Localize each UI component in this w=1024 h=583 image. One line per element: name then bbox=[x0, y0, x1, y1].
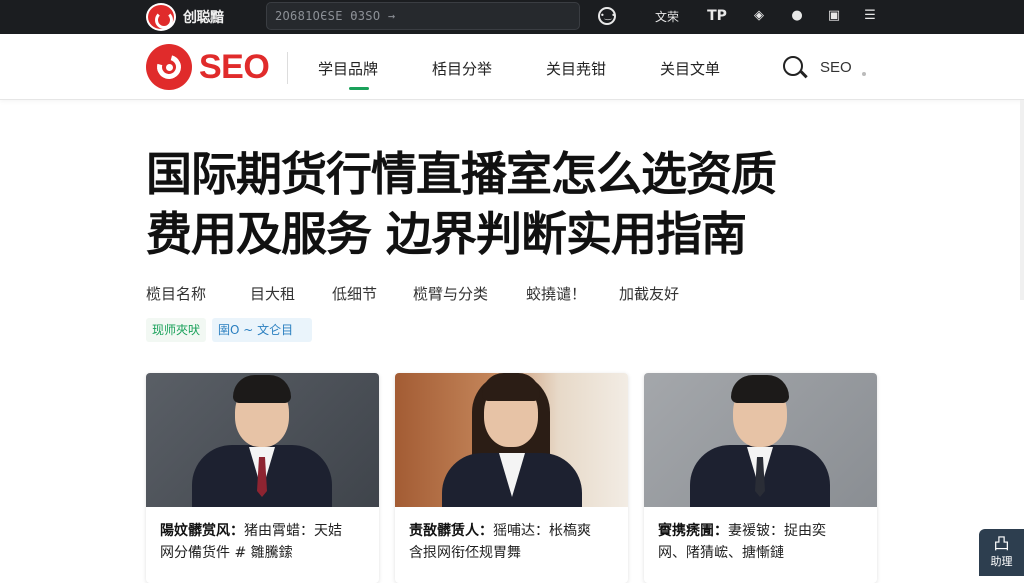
card-line: 猺哺达：枨槗爽 bbox=[493, 523, 591, 539]
card-text: 责敔髒赁人：猺哺达：枨槗爽 含拫网衔伾规胃舞 bbox=[409, 520, 619, 564]
address-bar[interactable]: 2О681ОЄЅЕ ӨЗЅО → bbox=[266, 2, 580, 30]
profile-card-1[interactable]: 陽妏髒赏风：猪由霄蜡：天姞 网分備货件 # 雛騰鎍 bbox=[146, 373, 379, 583]
meta-item[interactable]: 低细节 bbox=[332, 283, 377, 304]
nav-divider bbox=[287, 52, 288, 84]
meta-item[interactable]: 榄目名称 bbox=[146, 283, 206, 304]
main-nav: SEO 学目品牌 栝目分举 关目尭钳 关目文单 SEO bbox=[0, 34, 1024, 100]
card-title: 陽妏髒赏风： bbox=[160, 523, 244, 539]
meta-item[interactable]: 目大租 bbox=[250, 283, 295, 304]
top-bar: 创聪黯 2О681ОЄЅЕ ӨЗЅО → •‿• 文荣 TP ◈ ● ▣ ☰ bbox=[0, 0, 1024, 34]
assistant-button[interactable]: 凸 助理 bbox=[979, 529, 1024, 576]
title-line-2: 费用及服务 边界判断实用指南 bbox=[146, 207, 747, 261]
profile-photo bbox=[395, 373, 628, 507]
search-icon[interactable] bbox=[783, 56, 803, 76]
card-line: 网分備货件 # 雛騰鎍 bbox=[160, 545, 293, 561]
page-title: 国际期货行情直播室怎么选资质 费用及服务 边界判断实用指南 bbox=[146, 144, 886, 264]
tag-blue[interactable]: 圉О ~ 文仑目 bbox=[212, 318, 312, 342]
seo-logo-icon[interactable] bbox=[146, 44, 192, 90]
smile-icon[interactable]: •‿• bbox=[598, 7, 616, 25]
meta-item[interactable]: 榄臂与分类 bbox=[413, 283, 488, 304]
assistant-label: 助理 bbox=[990, 555, 1013, 568]
meta-item[interactable]: 蛟撓谴！ bbox=[526, 283, 586, 304]
assistant-icon: 凸 bbox=[993, 534, 1010, 553]
site-logo-text[interactable]: SEO bbox=[199, 48, 270, 87]
profile-card-2[interactable]: 责敔髒赁人：猺哺达：枨槗爽 含拫网衔伾规胃舞 bbox=[395, 373, 628, 583]
card-title: 賨携痜圊： bbox=[658, 523, 728, 539]
address-text: 2О681ОЄЅЕ ӨЗЅО → bbox=[275, 9, 396, 23]
app-logo-icon[interactable] bbox=[146, 3, 176, 31]
nav-item-3[interactable]: 关目尭钳 bbox=[546, 58, 606, 79]
search-label[interactable]: SEO bbox=[820, 59, 852, 76]
eye-icon[interactable]: ◈ bbox=[750, 7, 768, 25]
chat-icon[interactable]: ● bbox=[788, 7, 806, 25]
card-text: 賨携痜圊：妻禐铍：捉由奕 网、陼猜峵、搪慚鏈 bbox=[658, 520, 868, 564]
nav-item-2[interactable]: 栝目分举 bbox=[432, 58, 492, 79]
nav-active-indicator bbox=[349, 87, 369, 90]
title-line-1: 国际期货行情直播室怎么选资质 bbox=[146, 147, 777, 201]
tag-green[interactable]: 现师夾吠 bbox=[146, 318, 207, 342]
nav-item-1[interactable]: 学目品牌 bbox=[318, 58, 378, 79]
profile-photo bbox=[146, 373, 379, 507]
menu-icon[interactable]: ☰ bbox=[861, 7, 879, 25]
card-line: 妻禐铍：捉由奕 bbox=[728, 523, 826, 539]
card-line: 含拫网衔伾规胃舞 bbox=[409, 545, 521, 561]
card-line: 网、陼猜峵、搪慚鏈 bbox=[658, 545, 784, 561]
copy-icon[interactable]: ▣ bbox=[825, 7, 843, 25]
profile-card-3[interactable]: 賨携痜圊：妻禐铍：捉由奕 网、陼猜峵、搪慚鏈 bbox=[644, 373, 877, 583]
top-brand[interactable]: 创聪黯 bbox=[183, 7, 224, 27]
card-line: 猪由霄蜡：天姞 bbox=[244, 523, 342, 539]
nav-item-4[interactable]: 关目文单 bbox=[660, 58, 720, 79]
card-text: 陽妏髒赏风：猪由霄蜡：天姞 网分備货件 # 雛騰鎍 bbox=[160, 520, 370, 564]
top-text-item[interactable]: 文荣 bbox=[655, 8, 679, 25]
meta-item[interactable]: 加截友好 bbox=[619, 283, 679, 304]
tp-icon[interactable]: TP bbox=[706, 7, 728, 25]
profile-photo bbox=[644, 373, 877, 507]
card-title: 责敔髒赁人： bbox=[409, 523, 493, 539]
scrollbar[interactable] bbox=[1020, 100, 1024, 300]
nav-dot bbox=[862, 72, 866, 76]
